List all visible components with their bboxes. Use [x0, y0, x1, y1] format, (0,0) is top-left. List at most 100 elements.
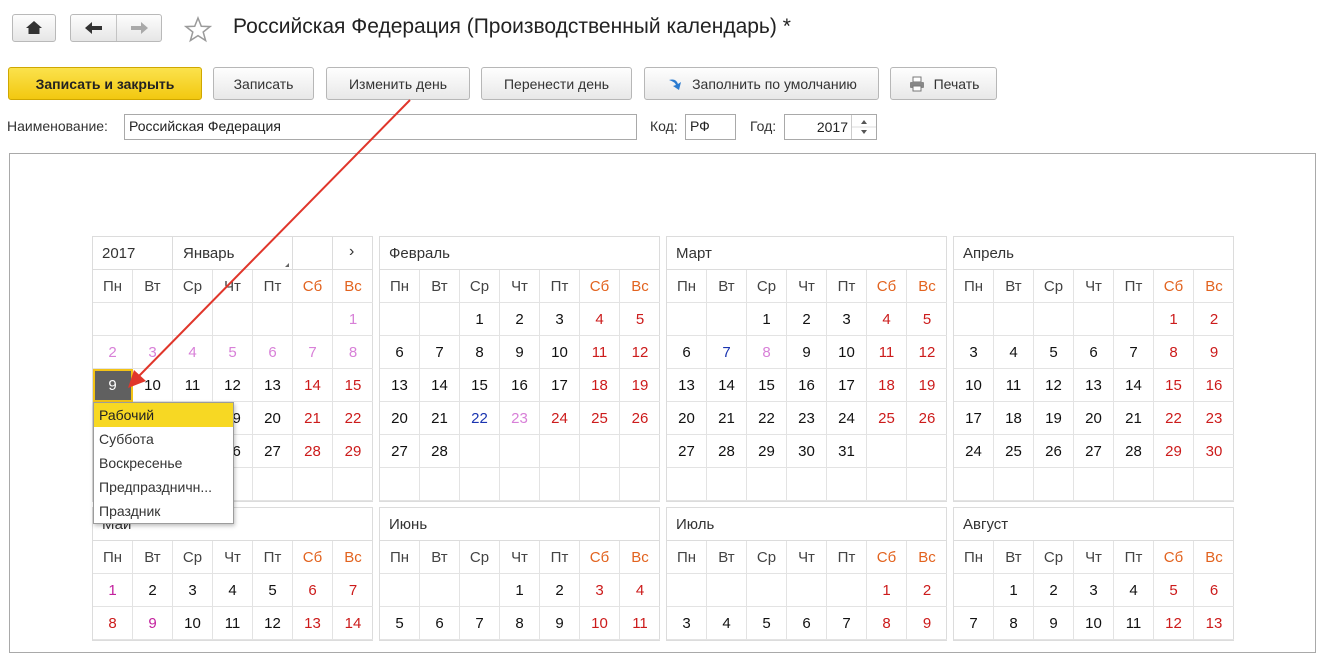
- forward-button[interactable]: [117, 15, 162, 41]
- day-cell[interactable]: 8: [867, 607, 907, 640]
- day-cell[interactable]: 21: [293, 402, 333, 435]
- code-field[interactable]: РФ: [685, 114, 736, 140]
- day-cell[interactable]: 25: [580, 402, 620, 435]
- month-selector[interactable]: Январь: [183, 245, 234, 262]
- day-cell[interactable]: 27: [1074, 435, 1114, 468]
- day-cell[interactable]: 2: [787, 303, 827, 336]
- day-cell[interactable]: 2: [133, 574, 173, 607]
- day-cell[interactable]: 8: [994, 607, 1034, 640]
- day-cell[interactable]: 1: [867, 574, 907, 607]
- home-button[interactable]: [12, 14, 56, 42]
- day-cell[interactable]: 21: [420, 402, 460, 435]
- day-cell[interactable]: 8: [460, 336, 500, 369]
- day-cell[interactable]: 9: [540, 607, 580, 640]
- day-cell[interactable]: 4: [1114, 574, 1154, 607]
- day-cell[interactable]: 4: [173, 336, 213, 369]
- day-cell[interactable]: 10: [580, 607, 620, 640]
- day-cell[interactable]: 16: [1194, 369, 1234, 402]
- star-icon[interactable]: [184, 16, 212, 44]
- day-cell[interactable]: 1: [93, 574, 133, 607]
- day-cell[interactable]: 5: [213, 336, 253, 369]
- name-field[interactable]: Российская Федерация: [124, 114, 637, 140]
- save-and-close-button[interactable]: Записать и закрыть: [8, 67, 202, 100]
- back-button[interactable]: [71, 15, 117, 41]
- day-cell[interactable]: 11: [1114, 607, 1154, 640]
- day-cell[interactable]: 5: [380, 607, 420, 640]
- day-cell[interactable]: 5: [1154, 574, 1194, 607]
- day-cell[interactable]: 1: [1154, 303, 1194, 336]
- day-cell[interactable]: 3: [133, 336, 173, 369]
- day-cell[interactable]: 3: [173, 574, 213, 607]
- day-cell[interactable]: 13: [1194, 607, 1234, 640]
- day-cell[interactable]: 28: [1114, 435, 1154, 468]
- day-cell[interactable]: 15: [747, 369, 787, 402]
- day-cell[interactable]: 14: [293, 369, 333, 402]
- day-cell[interactable]: 7: [333, 574, 373, 607]
- day-cell[interactable]: 31: [827, 435, 867, 468]
- day-cell[interactable]: 22: [333, 402, 373, 435]
- save-button[interactable]: Записать: [213, 67, 314, 100]
- day-cell[interactable]: 9: [907, 607, 947, 640]
- day-type-option[interactable]: Рабочий: [94, 403, 233, 427]
- change-day-button[interactable]: Изменить день: [326, 67, 470, 100]
- day-cell[interactable]: 21: [707, 402, 747, 435]
- day-cell[interactable]: 20: [253, 402, 293, 435]
- day-cell[interactable]: 2: [500, 303, 540, 336]
- day-cell[interactable]: 10: [173, 607, 213, 640]
- day-cell[interactable]: 26: [1034, 435, 1074, 468]
- day-cell[interactable]: 12: [1034, 369, 1074, 402]
- day-cell[interactable]: 16: [787, 369, 827, 402]
- day-cell[interactable]: 4: [707, 607, 747, 640]
- day-cell[interactable]: 7: [707, 336, 747, 369]
- day-cell[interactable]: 13: [1074, 369, 1114, 402]
- day-cell[interactable]: 8: [747, 336, 787, 369]
- day-cell[interactable]: 6: [420, 607, 460, 640]
- day-type-option[interactable]: Воскресенье: [94, 451, 233, 475]
- year-field[interactable]: 2017: [784, 114, 877, 140]
- day-cell[interactable]: 5: [620, 303, 660, 336]
- day-cell[interactable]: 1: [460, 303, 500, 336]
- day-cell[interactable]: 20: [667, 402, 707, 435]
- day-cell[interactable]: 6: [380, 336, 420, 369]
- day-cell[interactable]: 8: [93, 607, 133, 640]
- day-cell[interactable]: 17: [540, 369, 580, 402]
- print-button[interactable]: Печать: [890, 67, 997, 100]
- day-cell[interactable]: 5: [253, 574, 293, 607]
- day-cell[interactable]: 21: [1114, 402, 1154, 435]
- day-cell[interactable]: 14: [420, 369, 460, 402]
- day-cell[interactable]: 27: [253, 435, 293, 468]
- day-cell[interactable]: 23: [787, 402, 827, 435]
- day-cell[interactable]: 12: [213, 369, 253, 402]
- day-cell[interactable]: 27: [380, 435, 420, 468]
- day-cell[interactable]: 19: [620, 369, 660, 402]
- day-cell[interactable]: 22: [460, 402, 500, 435]
- day-cell[interactable]: 19: [1034, 402, 1074, 435]
- day-cell[interactable]: 5: [1034, 336, 1074, 369]
- day-cell[interactable]: 8: [1154, 336, 1194, 369]
- day-cell[interactable]: 26: [620, 402, 660, 435]
- day-cell[interactable]: 12: [1154, 607, 1194, 640]
- year-spinner[interactable]: [851, 115, 876, 139]
- day-cell[interactable]: 9: [500, 336, 540, 369]
- day-cell[interactable]: 10: [540, 336, 580, 369]
- day-cell[interactable]: 2: [540, 574, 580, 607]
- fill-default-button[interactable]: Заполнить по умолчанию: [644, 67, 879, 100]
- day-cell[interactable]: 22: [747, 402, 787, 435]
- day-cell[interactable]: 24: [827, 402, 867, 435]
- day-cell[interactable]: 25: [994, 435, 1034, 468]
- day-type-option[interactable]: Суббота: [94, 427, 233, 451]
- day-cell[interactable]: 30: [787, 435, 827, 468]
- day-cell[interactable]: 11: [867, 336, 907, 369]
- day-cell[interactable]: 23: [500, 402, 540, 435]
- day-cell[interactable]: 25: [867, 402, 907, 435]
- day-cell[interactable]: 17: [827, 369, 867, 402]
- day-cell[interactable]: 29: [1154, 435, 1194, 468]
- day-cell[interactable]: 5: [907, 303, 947, 336]
- day-cell[interactable]: 12: [253, 607, 293, 640]
- day-cell[interactable]: 10: [133, 369, 173, 402]
- day-cell[interactable]: 2: [93, 336, 133, 369]
- day-cell[interactable]: 11: [994, 369, 1034, 402]
- year-selector[interactable]: 2017: [102, 245, 135, 262]
- day-cell[interactable]: 7: [293, 336, 333, 369]
- day-cell[interactable]: 14: [1114, 369, 1154, 402]
